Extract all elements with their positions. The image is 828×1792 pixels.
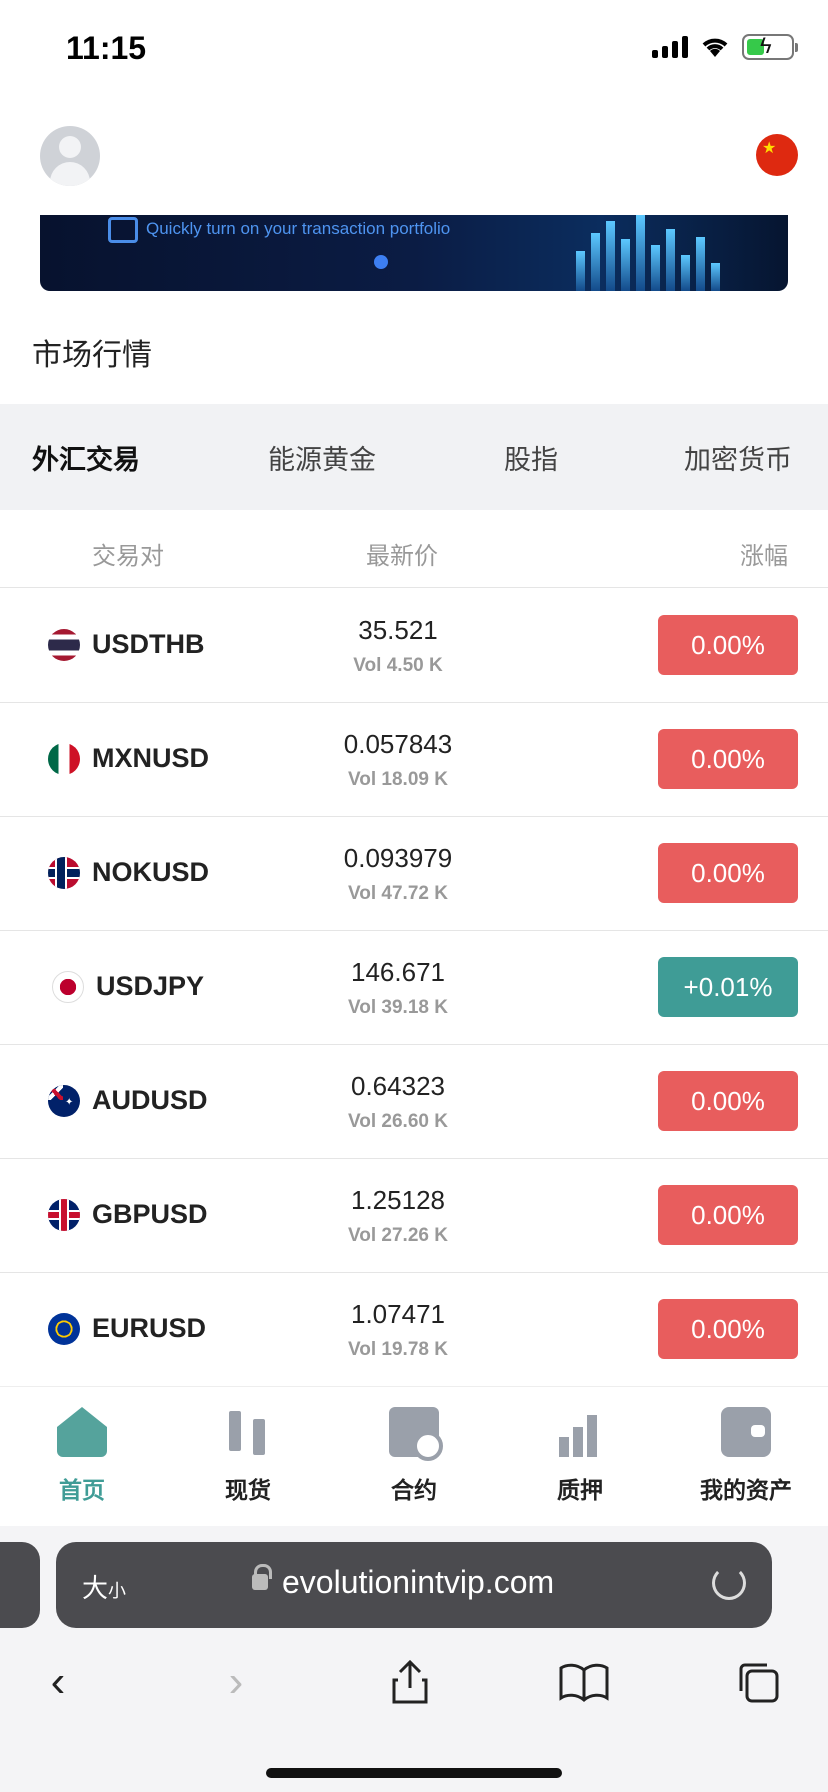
thailand-flag-icon [48, 629, 80, 661]
nav-label: 质押 [557, 1477, 603, 1503]
last-price: 0.64323 [351, 1071, 445, 1101]
uk-flag-icon [48, 1199, 80, 1231]
last-price: 0.057843 [343, 729, 453, 759]
app-header: ★ [0, 118, 828, 198]
eu-flag-icon [48, 1313, 80, 1345]
home-icon [57, 1407, 107, 1457]
nav-label: 我的资产 [700, 1477, 792, 1503]
tab-indices[interactable]: 股指 [504, 438, 558, 477]
wifi-icon [702, 38, 728, 57]
forward-icon[interactable]: › [206, 1652, 266, 1712]
table-row[interactable]: NOKUSD 0.093979 Vol 47.72 K 0.00% [0, 817, 828, 931]
address-bar[interactable]: 大小 evolutionintvip.com [56, 1542, 772, 1628]
last-price: 1.07471 [351, 1299, 445, 1329]
table-row[interactable]: GBPUSD 1.25128 Vol 27.26 K 0.00% [0, 1159, 828, 1273]
pair-name: EURUSD [92, 1313, 207, 1343]
change-badge[interactable]: 0.00% [658, 1185, 798, 1245]
cellular-signal-icon [652, 36, 688, 58]
wallet-icon [721, 1407, 771, 1457]
previous-tab-preview[interactable] [0, 1542, 40, 1628]
bookmarks-icon[interactable] [554, 1652, 614, 1712]
market-tabs: 外汇交易 能源黄金 股指 加密货币 [0, 404, 828, 510]
volume: Vol 27.26 K [348, 1225, 448, 1246]
nav-pledge[interactable]: 质押 [520, 1407, 640, 1505]
volume: Vol 19.78 K [348, 1339, 448, 1360]
tabs-icon[interactable] [728, 1652, 788, 1712]
text-size-small-label: 小 [108, 1581, 127, 1601]
chart-growth-icon [555, 1407, 605, 1457]
status-icons: ϟ [652, 33, 798, 60]
status-bar: 11:15 ϟ [0, 0, 828, 100]
volume: Vol 39.18 K [348, 997, 448, 1018]
share-icon[interactable] [380, 1652, 440, 1712]
pair-name: GBPUSD [92, 1199, 208, 1229]
battery-charging-icon: ϟ [742, 33, 798, 60]
banner-chart-graphic [576, 215, 720, 291]
pair-name: NOKUSD [92, 857, 210, 887]
table-row[interactable]: USDTHB 35.521 Vol 4.50 K 0.00% [0, 589, 828, 703]
language-china-flag-icon[interactable]: ★ [756, 134, 798, 176]
nav-my-assets[interactable]: 我的资产 [686, 1407, 806, 1505]
column-header-change: 涨幅 [740, 543, 788, 570]
contract-icon [389, 1407, 443, 1461]
change-badge[interactable]: 0.00% [658, 843, 798, 903]
banner-pagination-dot[interactable] [374, 255, 388, 269]
volume: Vol 4.50 K [353, 655, 443, 676]
pair-name: USDTHB [92, 629, 205, 659]
nav-label: 合约 [391, 1477, 437, 1503]
nav-spot[interactable]: 现货 [188, 1407, 308, 1505]
last-price: 146.671 [351, 957, 445, 987]
user-avatar[interactable] [40, 126, 100, 186]
column-header-price: 最新价 [366, 543, 438, 570]
last-price: 35.521 [358, 615, 438, 645]
table-row[interactable]: USDJPY 146.671 Vol 39.18 K +0.01% [0, 931, 828, 1045]
pair-name: USDJPY [96, 971, 205, 1001]
last-price: 0.093979 [343, 843, 453, 873]
nav-contract[interactable]: 合约 [354, 1407, 474, 1505]
url-text: evolutionintvip.com [282, 1564, 555, 1600]
status-time: 11:15 [66, 30, 147, 66]
candlestick-icon [223, 1407, 273, 1457]
market-list: USDTHB 35.521 Vol 4.50 K 0.00% MXNUSD 0.… [0, 589, 828, 1387]
change-badge[interactable]: 0.00% [658, 1299, 798, 1359]
lock-icon [252, 1564, 272, 1592]
last-price: 1.25128 [351, 1185, 445, 1215]
table-row[interactable]: EURUSD 1.07471 Vol 19.78 K 0.00% [0, 1273, 828, 1387]
mexico-flag-icon [48, 743, 80, 775]
volume: Vol 18.09 K [348, 769, 448, 790]
tab-forex[interactable]: 外汇交易 [32, 438, 140, 477]
volume: Vol 26.60 K [348, 1111, 448, 1132]
exchange-icon [108, 217, 138, 243]
tab-energy-gold[interactable]: 能源黄金 [268, 438, 376, 477]
pair-name: MXNUSD [92, 743, 210, 773]
change-badge[interactable]: 0.00% [658, 615, 798, 675]
nav-home[interactable]: 首页 [22, 1407, 142, 1505]
tab-crypto[interactable]: 加密货币 [684, 438, 792, 477]
market-section-title: 市场行情 [32, 339, 152, 372]
home-indicator [266, 1768, 562, 1778]
japan-flag-icon [52, 971, 84, 1003]
pair-name: AUDUSD [92, 1085, 208, 1115]
table-row[interactable]: MXNUSD 0.057843 Vol 18.09 K 0.00% [0, 703, 828, 817]
change-badge[interactable]: 0.00% [658, 729, 798, 789]
nav-label: 现货 [225, 1477, 271, 1503]
norway-flag-icon [48, 857, 80, 889]
australia-flag-icon [48, 1085, 80, 1117]
text-size-button[interactable]: 大小 [82, 1568, 126, 1605]
nav-label: 首页 [59, 1477, 105, 1503]
volume: Vol 47.72 K [348, 883, 448, 904]
promo-banner[interactable]: Quickly turn on your transaction portfol… [40, 215, 788, 291]
text-size-large-label: 大 [82, 1573, 109, 1603]
table-row[interactable]: AUDUSD 0.64323 Vol 26.60 K 0.00% [0, 1045, 828, 1159]
table-header: 交易对 最新价 涨幅 [0, 520, 828, 588]
change-badge[interactable]: 0.00% [658, 1071, 798, 1131]
column-header-pair: 交易对 [92, 543, 164, 570]
change-badge[interactable]: +0.01% [658, 957, 798, 1017]
browser-toolbar: ‹ › [0, 1652, 828, 1722]
back-icon[interactable]: ‹ [28, 1652, 88, 1712]
reload-icon[interactable] [712, 1566, 746, 1600]
browser-chrome: 大小 evolutionintvip.com ‹ › [0, 1526, 828, 1792]
banner-text: Quickly turn on your transaction portfol… [146, 219, 451, 238]
bottom-nav: 首页 现货 合约 质押 我的资产 [0, 1386, 828, 1526]
